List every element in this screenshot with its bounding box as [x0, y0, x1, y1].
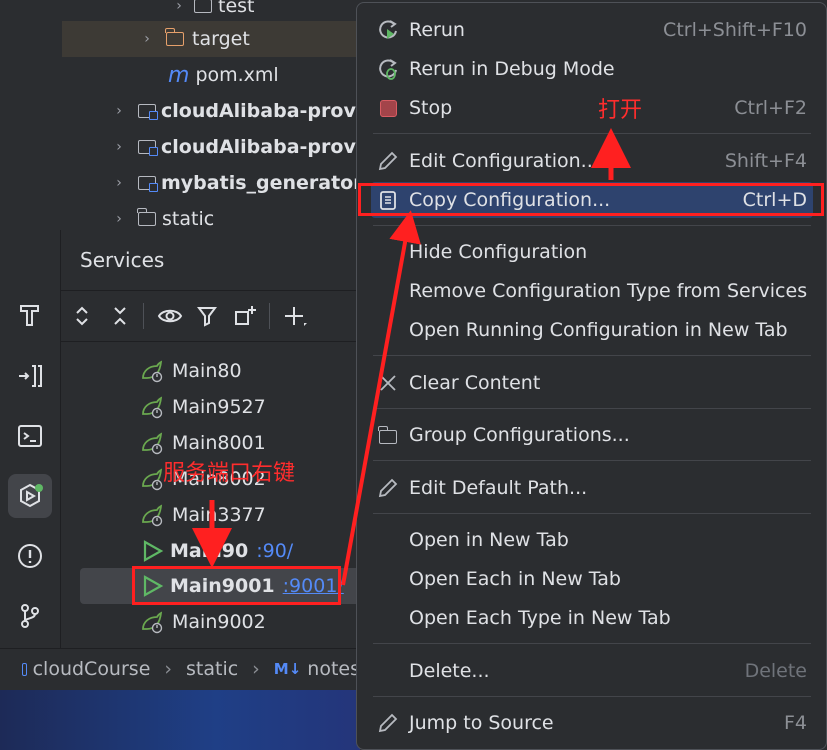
annotation-arrows — [192, 128, 631, 586]
arrow-to-copy-configuration — [341, 210, 421, 586]
